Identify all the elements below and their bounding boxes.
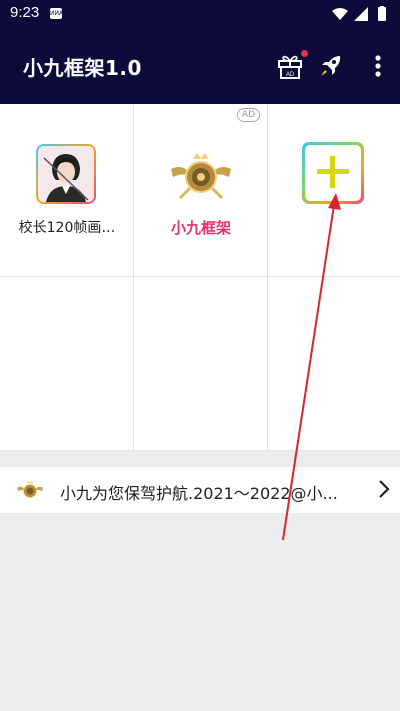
- status-time: 9:23: [10, 4, 40, 21]
- app-header: 小九框架1.0 AD: [0, 28, 400, 104]
- gift-ad-label: AD: [286, 72, 295, 78]
- grid-item-empty-3: [268, 277, 400, 451]
- app-grid: 校长120帧画… AD 小九框架: [0, 104, 400, 451]
- announcement-row[interactable]: 小九为您保驾护航.2021～2022@小...: [0, 467, 400, 513]
- grid-item-add[interactable]: [268, 104, 400, 277]
- status-bar: 9:23 ИИА: [0, 0, 400, 28]
- app-avatar: [36, 144, 96, 204]
- app-title: 小九框架1.0: [23, 56, 142, 80]
- app-2-label: 小九框架: [170, 219, 231, 237]
- avatar-image: [38, 146, 94, 202]
- grid-item-app-1[interactable]: 校长120帧画…: [0, 104, 134, 277]
- rocket-button[interactable]: [313, 48, 349, 84]
- add-app-button[interactable]: [302, 142, 364, 204]
- grid-item-empty-2: [134, 277, 268, 451]
- notification-icon-text: ИИА: [50, 10, 64, 17]
- grid-item-app-2[interactable]: AD 小九框架: [134, 104, 268, 277]
- more-vertical-icon: [375, 55, 381, 77]
- wifi-icon: [332, 8, 348, 20]
- notification-icon: ИИА: [50, 8, 64, 19]
- gift-ad-button[interactable]: AD: [272, 48, 308, 84]
- status-icons: [332, 6, 386, 21]
- battery-icon: [378, 7, 386, 21]
- plus-icon: [330, 156, 335, 188]
- grid-item-empty-1: [0, 277, 134, 451]
- announcement-text: 小九为您保驾护航.2021～2022@小...: [60, 484, 338, 503]
- ad-tag: AD: [236, 108, 260, 122]
- signal-icon: [354, 7, 368, 21]
- chevron-right-icon: [379, 480, 390, 498]
- emblem-small-icon: [17, 480, 43, 498]
- notification-dot: [301, 50, 308, 57]
- emblem-icon: [171, 153, 231, 199]
- app-1-label: 校长120帧画…: [18, 220, 116, 236]
- more-menu-button[interactable]: [360, 48, 396, 84]
- gift-icon: AD: [278, 55, 302, 79]
- rocket-icon: [321, 56, 341, 76]
